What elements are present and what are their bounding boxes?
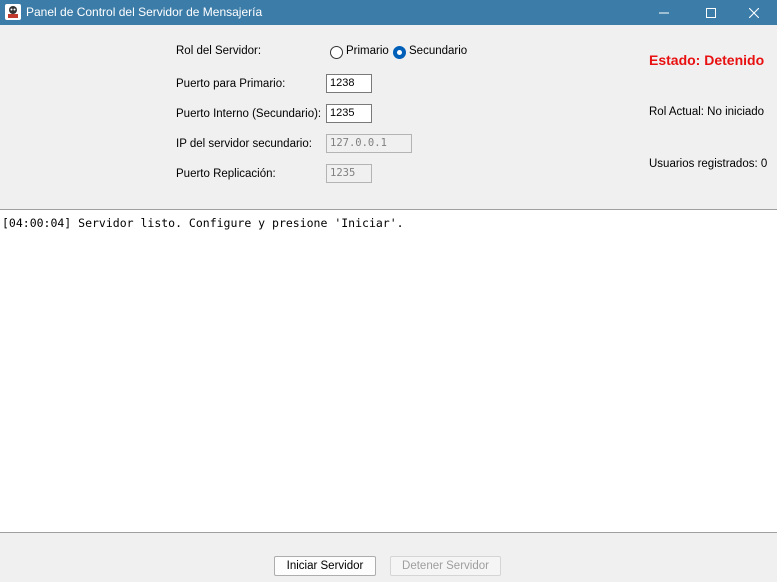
registered-users-label: Usuarios registrados: 0 [649,158,768,170]
current-role-label: Rol Actual: No iniciado [649,106,765,118]
replication-port-label: Puerto Replicación: [176,168,276,180]
status-label: Estado: Detenido [649,52,765,68]
secondary-ip-label: IP del servidor secundario: [176,138,312,150]
radio-secundario-label[interactable]: Secundario [409,45,467,57]
radio-primario-label[interactable]: Primario [346,45,389,57]
primary-port-input[interactable]: 1238 [326,74,372,93]
role-label: Rol del Servidor: [176,45,262,57]
close-button[interactable] [731,0,777,25]
window-title: Panel de Control del Servidor de Mensaje… [26,5,263,19]
maximize-icon [706,7,716,18]
title-bar[interactable]: Panel de Control del Servidor de Mensaje… [0,0,777,25]
primary-port-label: Puerto para Primario: [176,78,286,90]
replication-port-input: 1235 [326,164,372,183]
stop-server-button[interactable]: Detener Servidor [390,556,501,576]
config-panel: Rol del Servidor: Primario Secundario Pu… [0,25,777,209]
radio-secundario[interactable] [393,46,406,59]
secondary-ip-input: 127.0.0.1 [326,134,412,153]
start-server-button[interactable]: Iniciar Servidor [274,556,376,576]
minimize-button[interactable] [641,0,687,25]
internal-port-input[interactable]: 1235 [326,104,372,123]
app-icon [5,4,21,20]
internal-port-label: Puerto Interno (Secundario): [176,108,322,120]
log-line: [04:00:04] Servidor listo. Configure y p… [2,216,404,230]
radio-primario[interactable] [330,46,343,59]
minimize-icon [659,12,669,13]
log-area[interactable]: [04:00:04] Servidor listo. Configure y p… [0,209,777,533]
close-icon [749,7,759,18]
maximize-button[interactable] [688,0,734,25]
